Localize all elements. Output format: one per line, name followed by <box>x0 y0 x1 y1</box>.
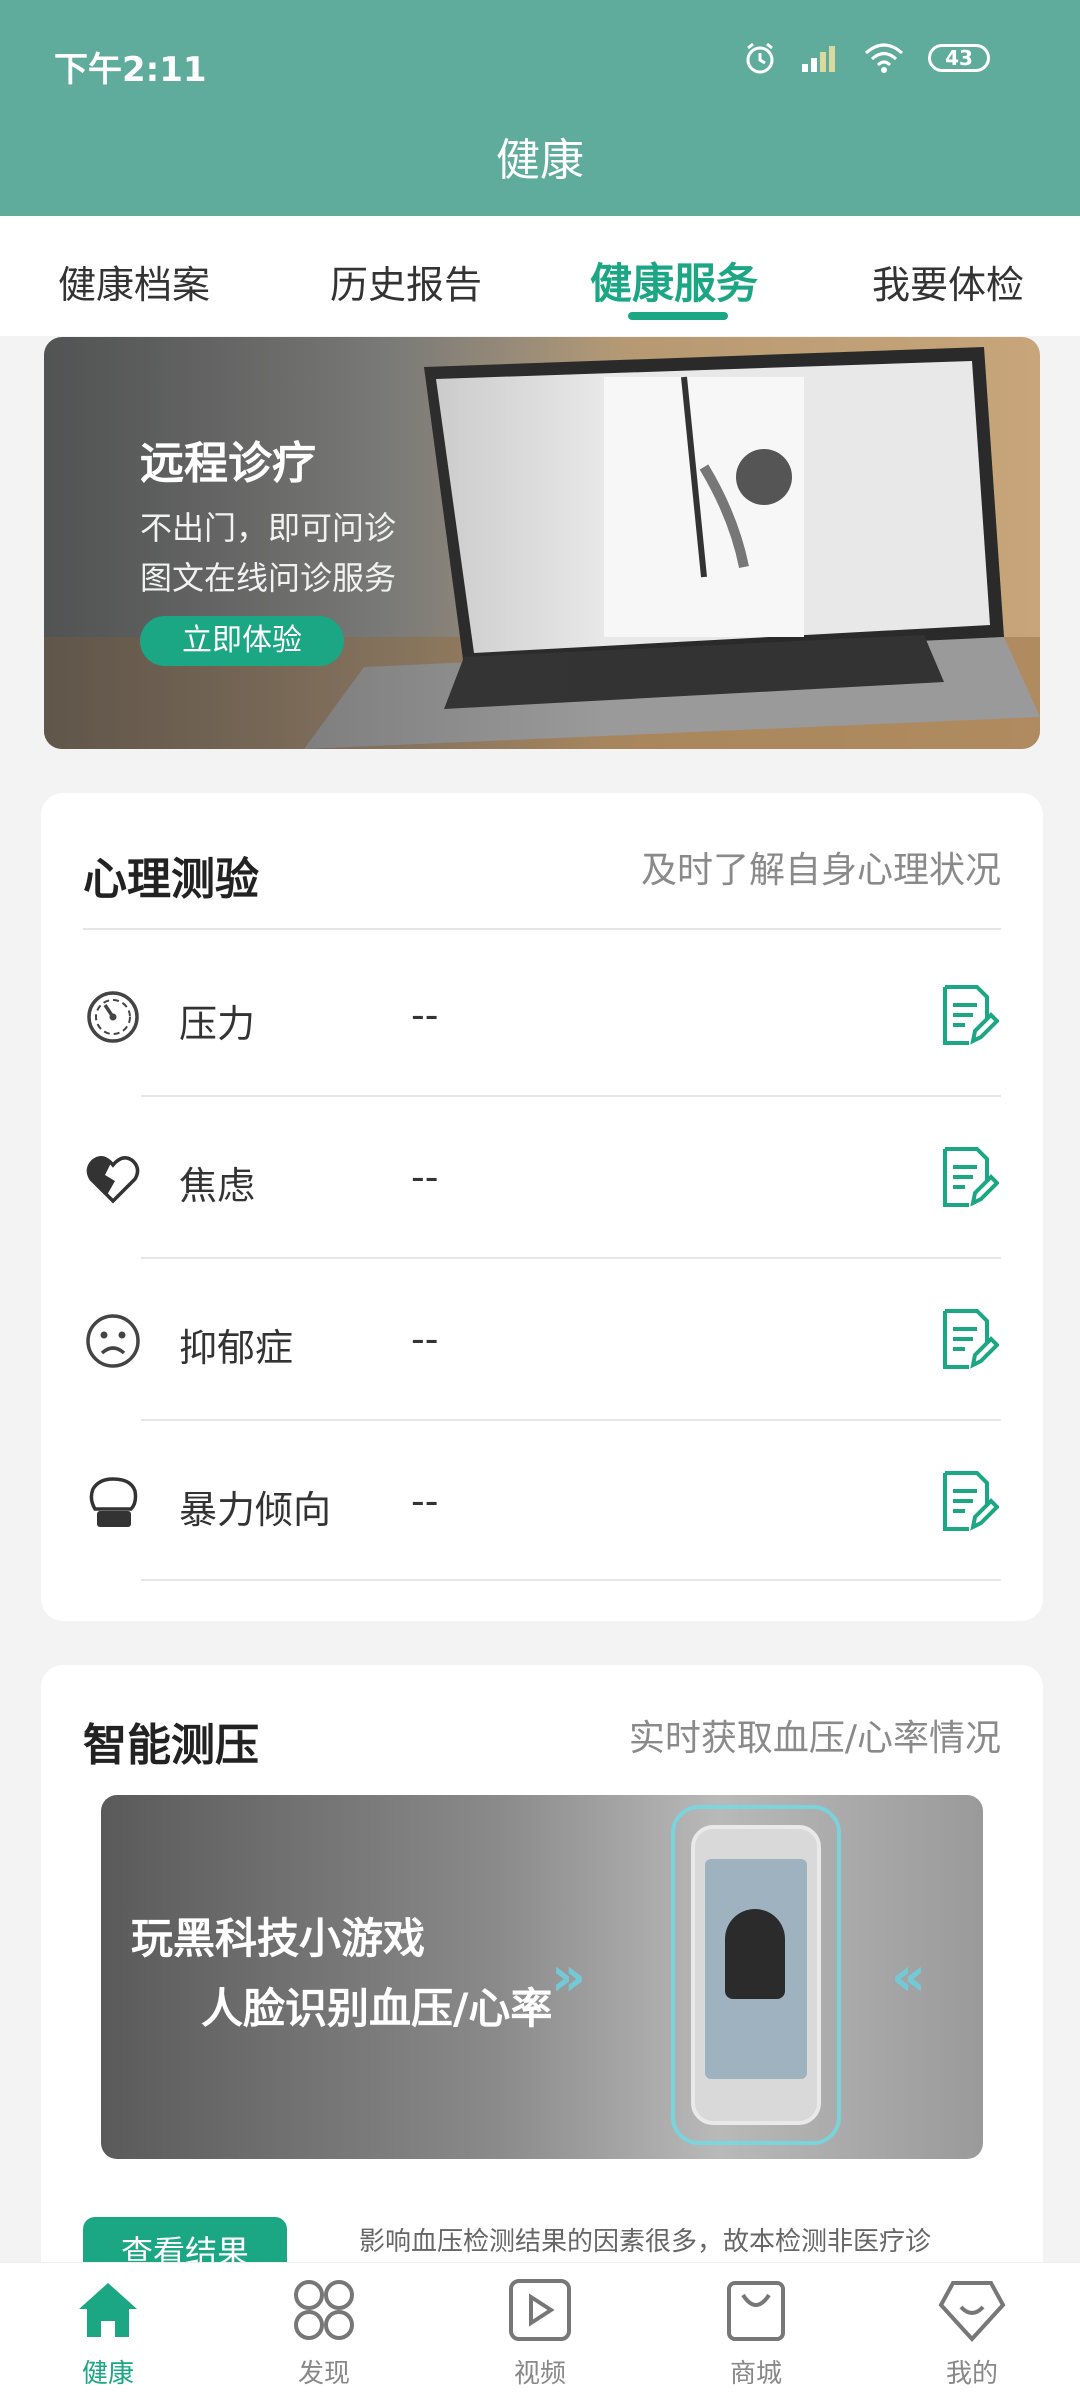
wifi-icon <box>865 43 903 73</box>
home-icon <box>79 2283 137 2337</box>
phone-image <box>691 1825 821 2125</box>
person-silhouette <box>725 1909 785 1999</box>
edit-report-icon[interactable] <box>939 983 999 1047</box>
active-tab-indicator <box>628 312 728 320</box>
profile-icon <box>938 2281 1006 2342</box>
edit-report-icon[interactable] <box>939 1469 999 1533</box>
nav-video[interactable]: 视频 <box>480 2275 600 2390</box>
battery-indicator: 43 <box>928 44 990 72</box>
grid-icon <box>294 2280 354 2340</box>
psych-row-depression[interactable]: 抑郁症 -- <box>41 1257 1043 1419</box>
sad-face-icon <box>86 1314 140 1368</box>
psych-row-value: -- <box>411 1479 439 1523</box>
nav-health[interactable]: 健康 <box>48 2275 168 2390</box>
chevron-right-icon: » <box>551 1945 586 2008</box>
nav-label: 健康 <box>81 2359 134 2389</box>
shopping-bag-icon <box>727 2281 785 2341</box>
psych-row-label: 压力 <box>179 1002 256 1046</box>
edit-report-icon[interactable] <box>939 1307 999 1371</box>
nav-label: 商城 <box>729 2359 782 2389</box>
video-icon <box>509 2279 571 2341</box>
nav-label: 视频 <box>513 2359 566 2389</box>
edit-report-icon[interactable] <box>939 1145 999 1209</box>
psych-card-title: 心理测验 <box>83 854 259 905</box>
gauge-icon <box>87 991 139 1043</box>
psych-card-subtitle: 及时了解自身心理状况 <box>640 850 1001 891</box>
bp-disclaimer: 影响血压检测结果的因素很多，故本检测非医疗诊 <box>359 2227 932 2257</box>
psych-row-label: 焦虑 <box>179 1164 256 1208</box>
psych-row-anxiety[interactable]: 焦虑 -- <box>41 1095 1043 1257</box>
broken-heart-icon <box>86 1156 140 1204</box>
tab-history-reports[interactable]: 历史报告 <box>330 254 482 309</box>
bp-card-title: 智能测压 <box>83 1720 259 1771</box>
status-time: 下午2:11 <box>54 50 207 90</box>
signal-icon <box>802 46 835 72</box>
page-title: 健康 <box>496 135 584 186</box>
bp-banner-line2: 人脸识别血压/心率 <box>201 1984 553 2033</box>
tab-health-services[interactable]: 健康服务 <box>590 250 758 311</box>
boxing-glove-icon <box>89 1477 138 1527</box>
psych-row-violence[interactable]: 暴力倾向 -- <box>41 1419 1043 1581</box>
tab-health-records[interactable]: 健康档案 <box>58 254 210 309</box>
psych-test-card: 心理测验 及时了解自身心理状况 压力 -- 焦虑 -- 抑郁症 -- 暴力倾向 … <box>41 793 1043 1621</box>
chevron-left-icon: « <box>891 1945 926 2008</box>
divider <box>141 1579 1001 1581</box>
banner-title: 远程诊疗 <box>140 438 316 489</box>
nav-mall[interactable]: 商城 <box>696 2275 816 2390</box>
bp-banner-line1: 玩黑科技小游戏 <box>131 1914 426 1963</box>
nav-label: 发现 <box>297 2359 350 2389</box>
nav-discover[interactable]: 发现 <box>264 2275 384 2390</box>
psych-row-value: -- <box>411 1317 439 1361</box>
divider <box>83 928 1001 930</box>
banner-line1: 不出门，即可问诊 <box>140 509 397 547</box>
status-icons: 43 <box>742 40 990 76</box>
bottom-navigation: 健康 发现 视频 商城 我的 <box>0 2262 1080 2400</box>
psych-row-label: 暴力倾向 <box>179 1488 332 1532</box>
try-now-button[interactable]: 立即体验 <box>140 616 344 666</box>
alarm-icon <box>746 42 774 74</box>
bp-card-subtitle: 实时获取血压/心率情况 <box>628 1718 1001 1759</box>
top-tabs: 健康档案 历史报告 健康服务 我要体检 <box>0 216 1080 336</box>
banner-line2: 图文在线问诊服务 <box>140 559 397 597</box>
nav-me[interactable]: 我的 <box>912 2275 1032 2390</box>
tab-book-checkup[interactable]: 我要体检 <box>872 254 1024 309</box>
nav-label: 我的 <box>945 2359 998 2389</box>
psych-row-value: -- <box>411 993 439 1037</box>
phone-screen <box>705 1859 807 2079</box>
face-bp-banner[interactable]: » « 玩黑科技小游戏 人脸识别血压/心率 <box>101 1795 983 2159</box>
psych-row-label: 抑郁症 <box>179 1326 294 1370</box>
telemedicine-banner[interactable]: 远程诊疗 不出门，即可问诊 图文在线问诊服务 立即体验 <box>44 337 1040 749</box>
app-header: 下午2:11 43 健康 <box>0 0 1080 216</box>
psych-row-stress[interactable]: 压力 -- <box>41 933 1043 1095</box>
psych-row-value: -- <box>411 1155 439 1199</box>
